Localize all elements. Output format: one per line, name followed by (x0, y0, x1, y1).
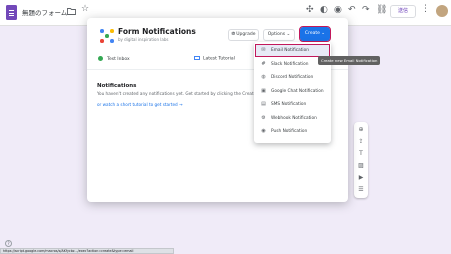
bell-icon: ◉ (261, 128, 266, 134)
discord-icon: ◍ (261, 74, 266, 80)
status-dot-icon (98, 56, 103, 61)
undo-icon[interactable]: ↶ (348, 6, 356, 15)
menu-item-label: Webhook Notification (271, 115, 317, 121)
sms-icon: ▤ (261, 101, 266, 107)
add-title-icon[interactable]: T (354, 151, 368, 157)
menu-item-label: Slack Notification (271, 61, 309, 67)
add-section-icon[interactable]: ☰ (354, 187, 368, 193)
preview-icon[interactable]: ◉ (334, 6, 342, 15)
add-video-icon[interactable]: ▶ (354, 175, 368, 181)
form-side-toolbar: ⊕ ⇪ T ▨ ▶ ☰ (354, 122, 368, 198)
notifications-heading: Notifications (97, 83, 137, 89)
video-icon (194, 56, 200, 60)
help-icon[interactable]: ? (5, 240, 12, 247)
link-icon[interactable]: ⛓ (376, 6, 387, 15)
addon-subtitle: by digital inspiration labs (118, 37, 169, 42)
star-icon[interactable]: ☆ (81, 5, 89, 14)
menu-item-discord[interactable]: ◍ Discord Notification (256, 72, 329, 83)
test-inbox-status[interactable]: Test Inbox (98, 56, 130, 62)
import-questions-icon[interactable]: ⇪ (354, 139, 368, 145)
menu-item-label: Email Notification (271, 48, 309, 53)
send-button[interactable]: 送信 (390, 5, 416, 18)
addon-logo (100, 29, 114, 43)
status-url-bar: https://script.google.com/macros/s/AKfyc… (0, 248, 174, 254)
puzzle-icon[interactable]: ✣ (306, 6, 314, 15)
redo-icon[interactable]: ↷ (362, 6, 370, 15)
palette-icon[interactable]: ◐ (320, 6, 328, 15)
add-question-icon[interactable]: ⊕ (354, 127, 368, 133)
menu-item-label: SMS Notification (271, 102, 307, 107)
mail-icon: ✉ (261, 47, 266, 53)
options-button[interactable]: Options ⌄ (263, 29, 295, 41)
tutorial-link[interactable]: or watch a short tutorial to get started… (97, 102, 183, 107)
add-image-icon[interactable]: ▨ (354, 163, 368, 169)
addon-title: Form Notifications (118, 27, 196, 36)
menu-item-mail[interactable]: ✉ Email Notification (255, 44, 330, 57)
google-forms-logo[interactable] (6, 5, 17, 20)
webhook-icon: ⚙ (261, 114, 266, 121)
create-button[interactable]: Create ⌄ (298, 25, 332, 43)
latest-tutorial-link[interactable]: Latest Tutorial (194, 56, 235, 62)
menu-item-bell[interactable]: ◉ Push Notification (256, 126, 329, 137)
menu-item-label: Discord Notification (271, 75, 314, 80)
menu-item-label: Push Notification (271, 129, 308, 134)
tooltip: Create new Email Notification (318, 56, 381, 65)
document-title[interactable]: 無題のフォーム (22, 7, 67, 17)
more-icon[interactable]: ⋮ (421, 5, 430, 14)
menu-item-chat[interactable]: ▣ Google Chat Notification (256, 86, 329, 97)
folder-icon[interactable] (67, 8, 76, 15)
menu-item-label: Google Chat Notification (271, 88, 324, 94)
cart-icon: ⛃ (231, 32, 236, 37)
chat-icon: ▣ (261, 87, 266, 94)
menu-item-sms[interactable]: ▤ SMS Notification (256, 99, 329, 110)
avatar[interactable] (436, 5, 448, 17)
menu-item-webhook[interactable]: ⚙ Webhook Notification (256, 113, 329, 124)
slack-icon: # (261, 60, 266, 67)
upgrade-button[interactable]: ⛃Upgrade (228, 29, 259, 41)
notifications-empty-text: You haven't created any notifications ye… (97, 91, 261, 96)
